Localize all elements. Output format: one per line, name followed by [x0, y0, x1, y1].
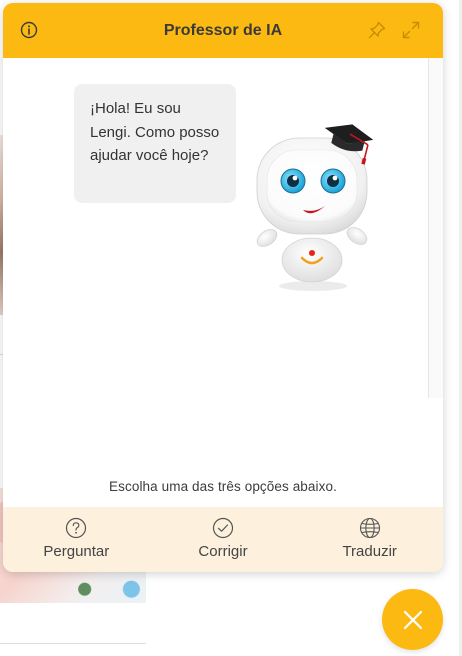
background-divider — [0, 643, 146, 644]
widget-header: Professor de IA — [3, 3, 443, 58]
ask-option-label: Perguntar — [43, 543, 110, 560]
close-chat-button[interactable] — [382, 589, 443, 650]
translate-option-label: Traduzir — [342, 543, 397, 560]
close-icon — [403, 610, 422, 629]
bot-message-bubble: ¡Hola! Eu sou Lengi. Como posso ajudar v… — [74, 84, 236, 203]
info-icon[interactable] — [18, 19, 40, 41]
instruction-text: Escolha uma das três opções abaixo. — [109, 479, 337, 494]
correct-option-label: Corrigir — [198, 543, 248, 560]
question-circle-icon — [66, 517, 87, 539]
widget-title: Professor de IA — [163, 21, 283, 39]
robot-mascot-avatar — [256, 124, 374, 291]
expand-icon[interactable] — [400, 19, 422, 41]
globe-icon — [359, 517, 380, 539]
pin-icon[interactable] — [366, 19, 388, 41]
ai-tutor-widget: Professor de IA ¡Hola! Eu sou Lengi. Com… — [3, 3, 443, 572]
chat-scrollbar[interactable] — [428, 58, 443, 398]
ask-option-button[interactable]: Perguntar — [3, 507, 150, 572]
check-circle-icon — [212, 517, 234, 539]
correct-option-button[interactable]: Corrigir — [150, 507, 297, 572]
translate-option-button[interactable]: Traduzir — [296, 507, 443, 572]
options-bar: Perguntar Corrigir Traduzir — [3, 507, 443, 572]
